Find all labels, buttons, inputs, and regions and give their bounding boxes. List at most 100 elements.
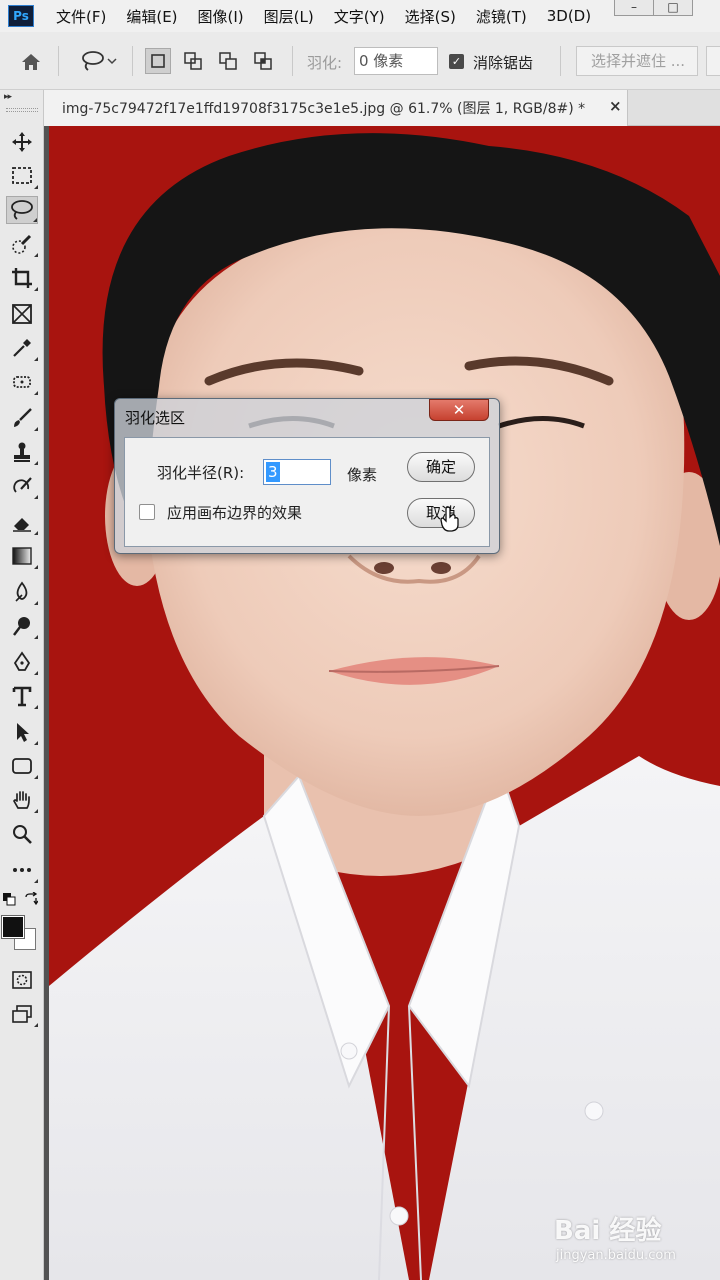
path-selection-icon [17, 723, 29, 742]
feather-label: 羽化: [307, 54, 343, 72]
frame-tool[interactable] [6, 300, 38, 328]
antialias-checkbox[interactable]: ✓ [449, 54, 464, 69]
panel-grip[interactable] [6, 108, 38, 112]
baidu-jingyan-watermark: Bai 经验 jingyan.baidu.com [554, 1210, 714, 1270]
zoom-tool[interactable] [6, 820, 38, 848]
quick-selection-icon [12, 234, 32, 254]
portrait-photo [49, 126, 720, 1280]
menu-file[interactable]: 文件(F) [56, 6, 106, 27]
subtract-from-selection-icon [219, 52, 237, 70]
feather-input[interactable]: 0 像素 [354, 47, 438, 75]
watermark-url: jingyan.baidu.com [556, 1248, 676, 1263]
hand-tool[interactable] [6, 786, 38, 814]
gradient-tool[interactable] [6, 542, 38, 570]
blur-tool[interactable] [6, 578, 38, 606]
lasso-tool[interactable] [6, 196, 38, 224]
document-tab-bar: img-75c79472f17e1ffd19708f3175c3e1e5.jpg… [44, 90, 720, 126]
crop-icon [12, 268, 32, 288]
photoshop-logo: Ps [8, 5, 34, 27]
brush-icon [14, 408, 32, 427]
ok-button[interactable]: 确定 [407, 452, 475, 482]
maximize-button[interactable]: □ [653, 0, 693, 16]
type-tool[interactable] [6, 682, 38, 710]
minimize-button[interactable]: – [614, 0, 654, 16]
path-selection-tool[interactable] [6, 718, 38, 746]
eyedropper-icon [13, 339, 31, 357]
photoshop-window: Ps 文件(F) 编辑(E) 图像(I) 图层(L) 文字(Y) 选择(S) 滤… [0, 0, 720, 1280]
gradient-icon [12, 547, 32, 565]
type-icon [12, 686, 32, 707]
menu-3d[interactable]: 3D(D) [547, 7, 591, 25]
pen-tool[interactable] [6, 648, 38, 676]
document-tab[interactable]: img-75c79472f17e1ffd19708f3175c3e1e5.jpg… [44, 90, 628, 126]
lasso-icon [82, 51, 104, 71]
healing-brush-icon [13, 376, 31, 388]
new-selection-icon [151, 54, 165, 68]
feather-radius-value: 3 [266, 462, 280, 482]
rectangle-icon [12, 758, 32, 774]
menu-image[interactable]: 图像(I) [198, 6, 244, 27]
history-brush-icon [13, 477, 32, 493]
chevron-down-icon [107, 58, 117, 65]
tools-panel: ▸▸ [0, 90, 44, 1280]
more-tools[interactable] [6, 856, 38, 884]
healing-brush-tool[interactable] [6, 368, 38, 396]
history-brush-tool[interactable] [6, 472, 38, 500]
brush-tool[interactable] [6, 404, 38, 432]
options-bar: 羽化: 0 像素 ✓ 消除锯齿 选择并遮住 ... [0, 32, 720, 90]
menu-type[interactable]: 文字(Y) [334, 6, 385, 27]
home-button[interactable] [18, 50, 44, 74]
watermark-brand: Bai 经验 [554, 1216, 662, 1246]
eraser-tool[interactable] [6, 508, 38, 536]
blur-icon [15, 581, 28, 602]
feather-radius-input[interactable]: 3 [263, 459, 331, 485]
marquee-tool[interactable] [6, 162, 38, 190]
crop-tool[interactable] [6, 264, 38, 292]
feather-radius-unit: 像素 [347, 466, 378, 484]
quick-selection-tool[interactable] [6, 230, 38, 258]
lasso-preset-picker[interactable] [74, 48, 124, 74]
dodge-tool[interactable] [6, 612, 38, 640]
pen-icon [13, 651, 31, 671]
swap-arrows-icon [25, 892, 38, 906]
menu-layer[interactable]: 图层(L) [264, 6, 314, 27]
home-icon [22, 54, 40, 70]
screen-mode-button[interactable] [6, 1000, 38, 1028]
dialog-title: 羽化选区 [125, 409, 186, 427]
options-overflow-button[interactable] [706, 46, 720, 76]
marquee-icon [12, 167, 32, 184]
menu-select[interactable]: 选择(S) [405, 6, 456, 27]
swap-colors-button[interactable] [22, 890, 40, 908]
document-canvas[interactable] [49, 126, 720, 1280]
apply-canvas-bounds-label: 应用画布边界的效果 [167, 504, 303, 522]
eyedropper-tool[interactable] [6, 334, 38, 362]
menu-filter[interactable]: 滤镜(T) [476, 6, 527, 27]
default-colors-button[interactable] [0, 890, 18, 908]
add-to-selection-button[interactable] [180, 48, 206, 74]
eraser-icon [13, 518, 31, 532]
dialog-close-button[interactable]: ✕ [429, 399, 489, 421]
zoom-icon [13, 825, 32, 844]
subtract-from-selection-button[interactable] [215, 48, 241, 74]
foreground-color-swatch[interactable] [1, 915, 25, 939]
clone-stamp-tool[interactable] [6, 438, 38, 466]
new-selection-button[interactable] [145, 48, 171, 74]
menu-edit[interactable]: 编辑(E) [126, 6, 177, 27]
select-and-mask-button[interactable]: 选择并遮住 ... [576, 46, 698, 76]
intersect-selection-icon [254, 52, 272, 70]
move-tool[interactable] [6, 128, 38, 156]
frame-icon [12, 304, 32, 324]
apply-canvas-bounds-checkbox[interactable] [139, 504, 155, 520]
feather-radius-label: 羽化半径(R): [157, 464, 245, 482]
dodge-icon [13, 617, 30, 636]
close-document-icon[interactable]: × [609, 97, 622, 115]
dialog-body: 羽化半径(R): 3 像素 确定 取消 应用画布边界的效果 [124, 437, 490, 547]
move-icon [12, 132, 32, 152]
quick-mask-button[interactable] [6, 966, 38, 994]
collapse-panel-icon[interactable]: ▸▸ [4, 92, 12, 102]
stamp-icon [14, 442, 30, 462]
default-colors-icon [3, 893, 16, 906]
document-tab-title: img-75c79472f17e1ffd19708f3175c3e1e5.jpg… [62, 101, 586, 117]
rectangle-tool[interactable] [6, 752, 38, 780]
intersect-selection-button[interactable] [250, 48, 276, 74]
